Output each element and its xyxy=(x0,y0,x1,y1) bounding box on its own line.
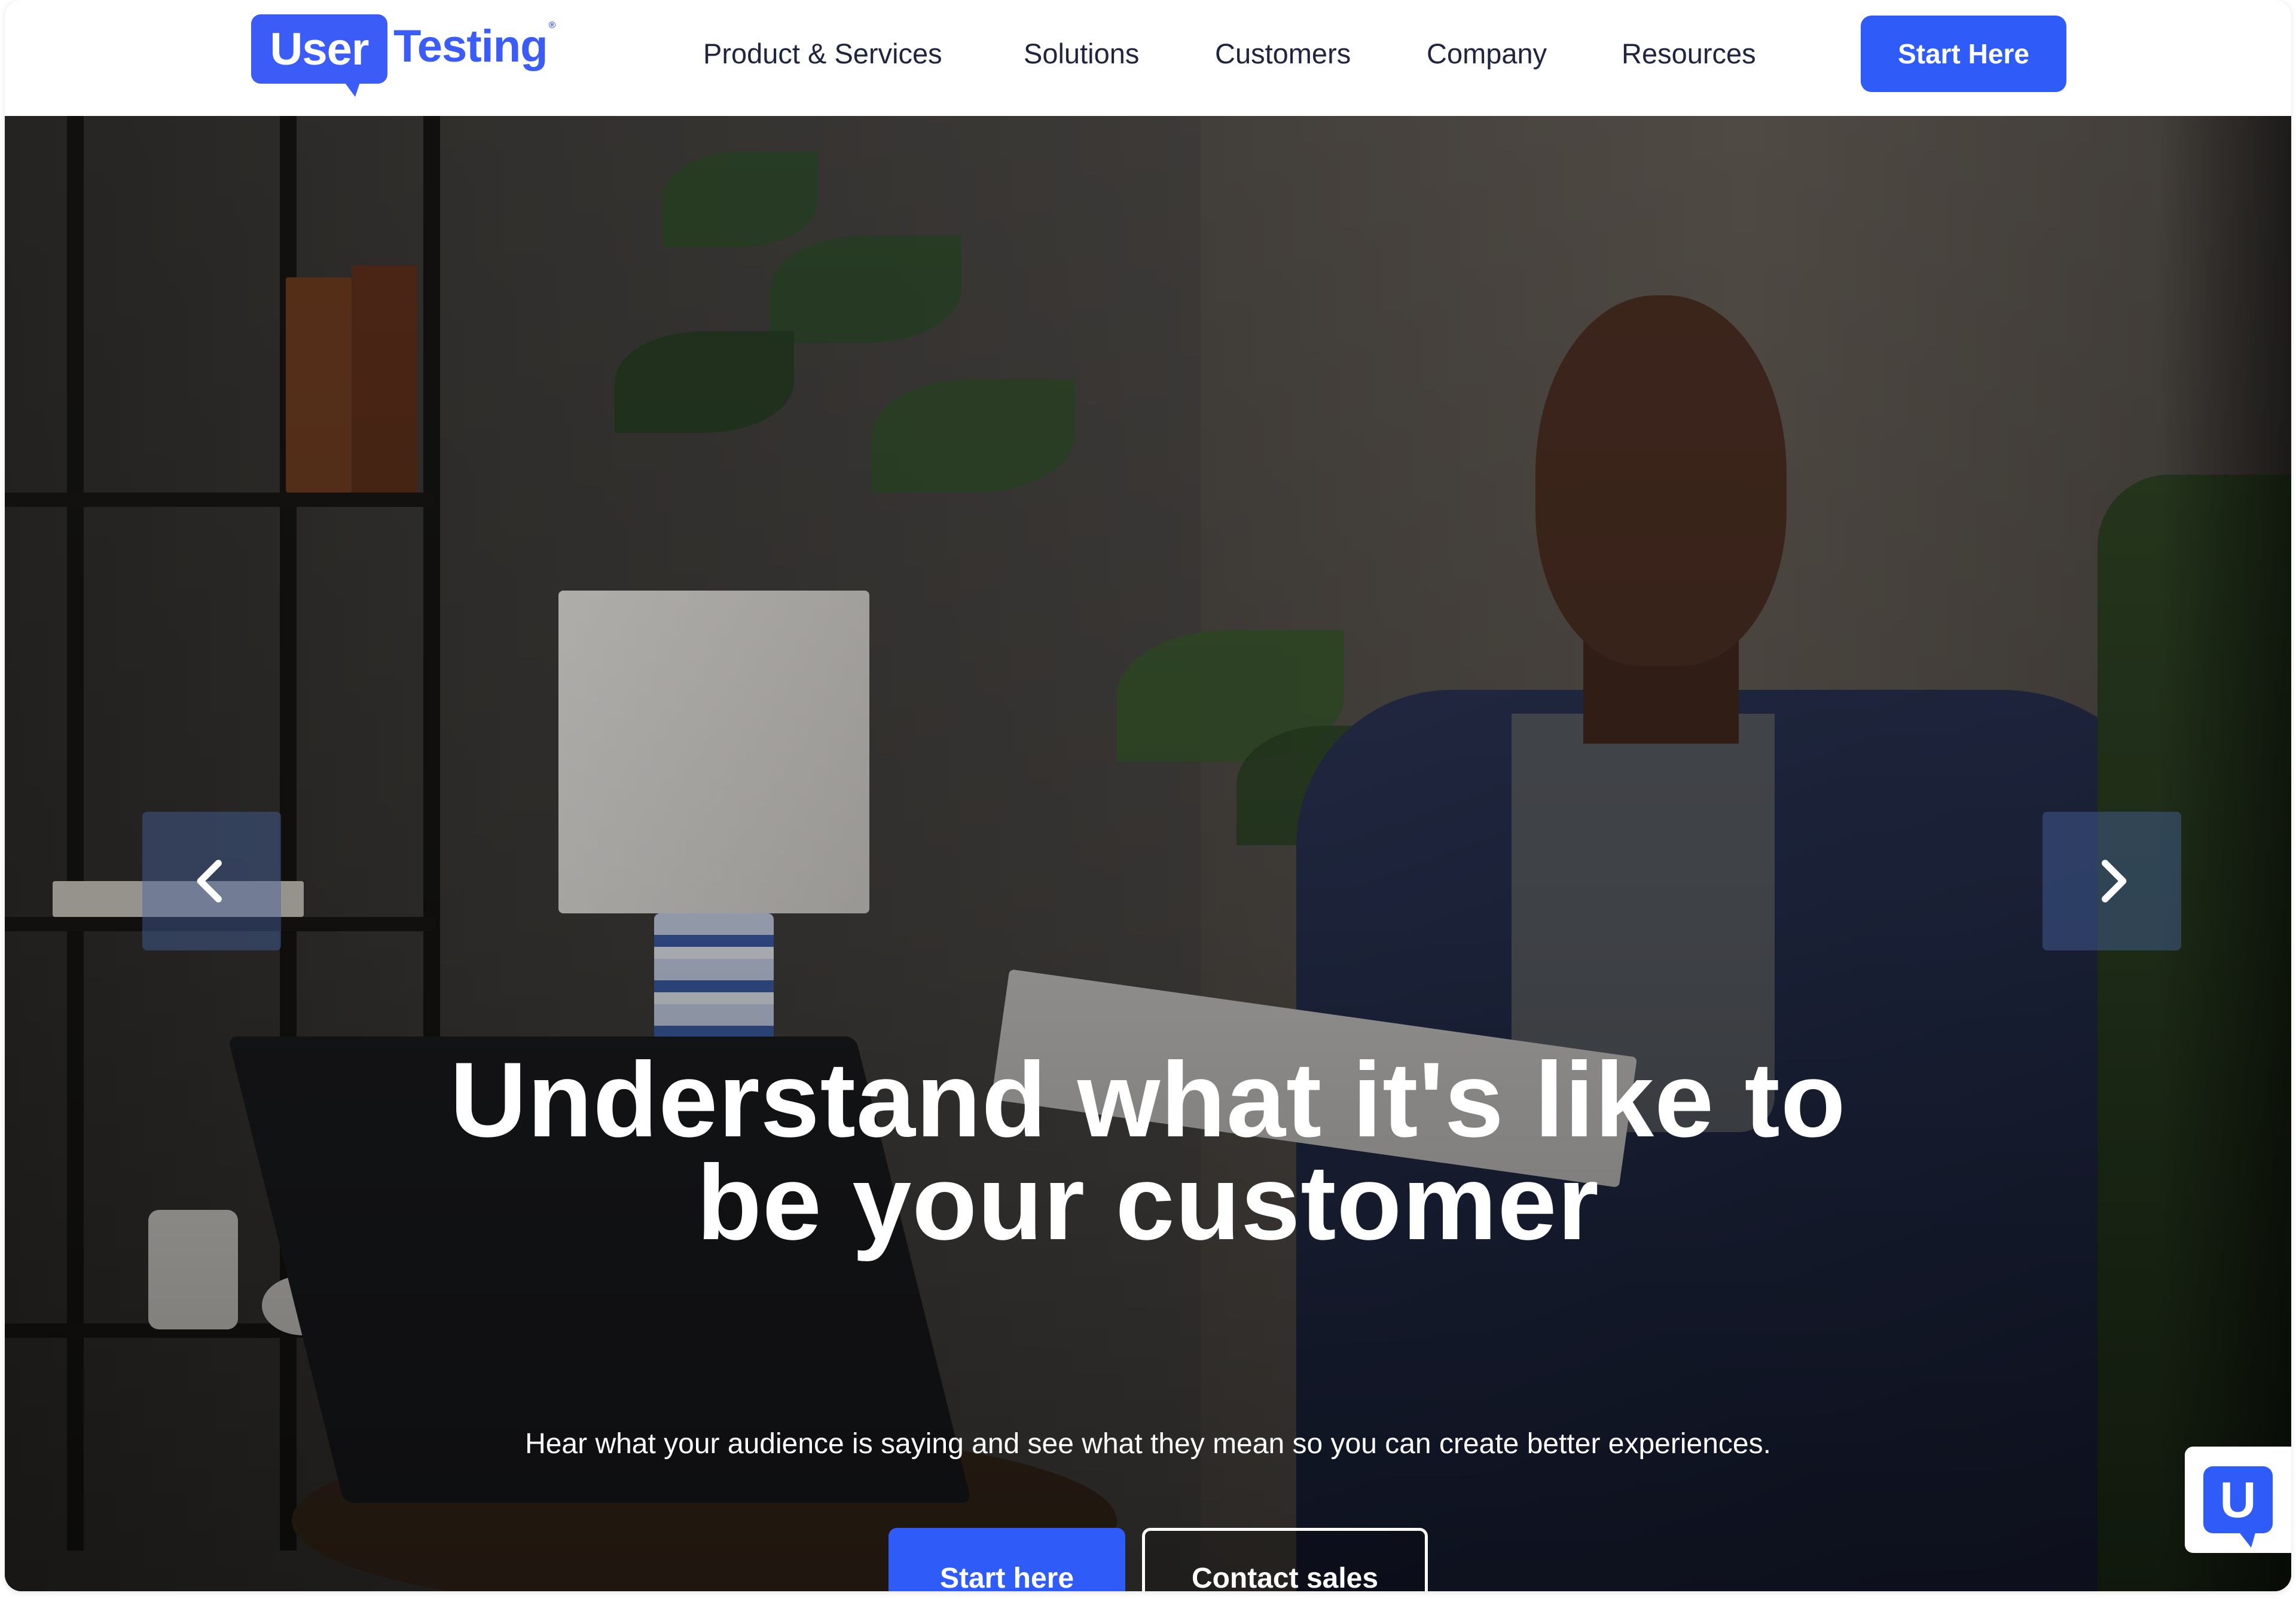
nav-item-resources[interactable]: Resources xyxy=(1622,36,1756,72)
logo-word: Testing ® xyxy=(393,20,555,72)
carousel-next-button[interactable] xyxy=(2042,812,2181,950)
site-header: User Testing ® Product & Services Solutio… xyxy=(5,0,2291,116)
hero-title-line1: Understand what it's like to xyxy=(450,1040,1846,1159)
hero-title-line2: be your customer xyxy=(697,1143,1599,1262)
browser-page: User Testing ® Product & Services Solutio… xyxy=(5,0,2291,1591)
contact-sales-button[interactable]: Contact sales xyxy=(1142,1528,1428,1591)
start-here-button[interactable]: Start here xyxy=(889,1528,1125,1591)
chat-widget-button[interactable]: U xyxy=(2185,1447,2291,1553)
start-here-header-button[interactable]: Start Here xyxy=(1861,16,2066,92)
hero-section: Understand what it's like to be your cus… xyxy=(5,116,2291,1591)
usertesting-logo[interactable]: User Testing ® xyxy=(251,14,562,97)
usertesting-chat-icon: U xyxy=(2203,1466,2273,1548)
nav-item-customers[interactable]: Customers xyxy=(1215,36,1351,72)
logo-part1: User xyxy=(270,23,370,75)
carousel-prev-button[interactable] xyxy=(142,812,281,950)
chevron-right-icon xyxy=(2102,860,2127,903)
nav-item-company[interactable]: Company xyxy=(1427,36,1547,72)
logo-speech-tail xyxy=(342,79,361,97)
logo-part2: Testing xyxy=(393,21,548,72)
hero-subtitle: Hear what your audience is saying and se… xyxy=(525,1428,1771,1460)
nav-item-product-services[interactable]: Product & Services xyxy=(703,36,942,72)
nav-item-solutions[interactable]: Solutions xyxy=(1024,36,1139,72)
chevron-left-icon xyxy=(197,860,222,903)
hero-title: Understand what it's like to be your cus… xyxy=(5,1047,2291,1256)
chat-widget-glyph: U xyxy=(2219,1471,2257,1528)
hero-dark-overlay xyxy=(5,116,2291,1591)
logo-user-box: User xyxy=(251,14,387,84)
logo-registered-mark: ® xyxy=(548,20,556,30)
